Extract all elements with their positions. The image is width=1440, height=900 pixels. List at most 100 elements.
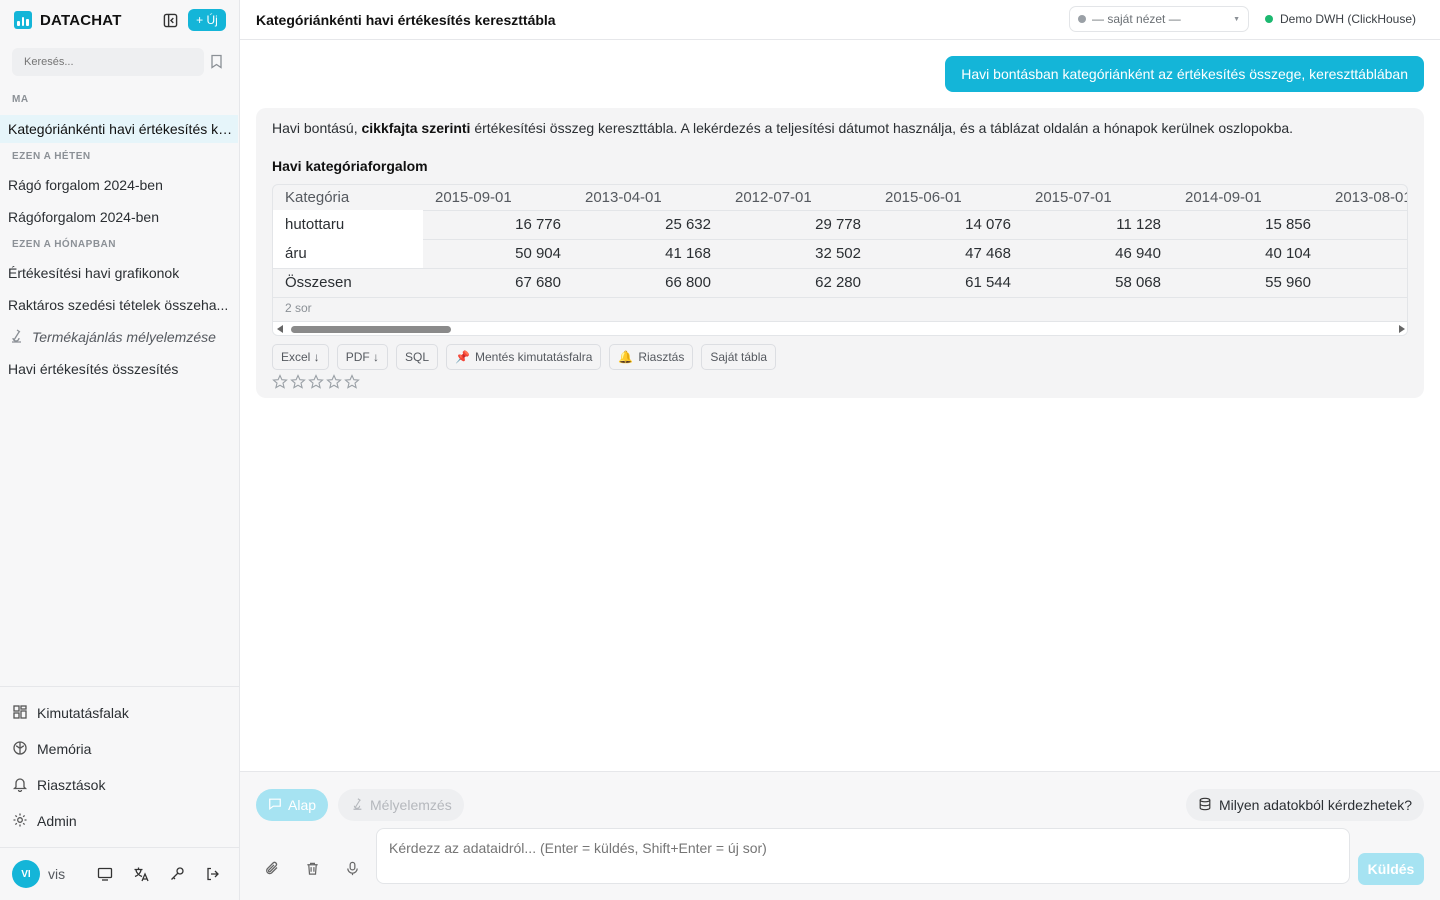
nav-item-memory[interactable]: Memória: [12, 738, 91, 760]
table-cell: 40 104: [1265, 245, 1311, 262]
answer-text: Havi bontású, cikkfajta szerinti értékes…: [272, 120, 1293, 136]
avatar[interactable]: VI: [12, 860, 40, 888]
sidebar-search-input[interactable]: [12, 48, 204, 76]
button-label: Excel ↓: [281, 350, 320, 364]
brand-logo-icon: [14, 11, 32, 29]
mode-basic-button[interactable]: Alap: [256, 789, 329, 821]
export-pdf-button[interactable]: PDF ↓: [336, 344, 389, 370]
table-cell: [1323, 268, 1407, 297]
button-label: Mentés kimutatásfalra: [475, 350, 593, 364]
sidebar-divider: [0, 686, 239, 687]
table-cell: 41 168: [665, 245, 711, 262]
user-message-bubble: Havi bontásban kategóriánként az értékes…: [945, 56, 1424, 92]
history-item[interactable]: Raktáros szedési tételek összeha...: [8, 291, 234, 319]
scroll-thumb[interactable]: [291, 326, 451, 333]
history-item-label: Rágó forgalom 2024-ben: [8, 177, 163, 193]
bell-icon: [12, 776, 28, 795]
top-header: Kategóriánkénti havi értékesítés kereszt…: [240, 0, 1440, 40]
column-header[interactable]: Kategória: [273, 185, 423, 210]
microscope-icon: [350, 797, 364, 814]
logout-icon[interactable]: [204, 865, 222, 883]
column-header[interactable]: 2015-06-01: [873, 185, 1023, 210]
show-sql-button[interactable]: SQL: [396, 344, 439, 370]
history-item-label: Raktáros szedési tételek összeha...: [8, 297, 229, 313]
translate-icon[interactable]: [132, 865, 150, 883]
table-cell: 55 960: [1265, 274, 1311, 291]
create-alert-button[interactable]: 🔔 Riasztás: [609, 344, 694, 370]
column-header[interactable]: 2015-09-01: [423, 185, 573, 210]
monitor-icon[interactable]: [96, 865, 114, 883]
star-icon[interactable]: [344, 374, 360, 390]
nav-item-label: Kimutatásfalak: [37, 705, 129, 721]
column-header[interactable]: 2014-09-01: [1173, 185, 1323, 210]
scroll-left-arrow-icon[interactable]: [277, 325, 283, 333]
table-cell: 11 128: [1116, 216, 1161, 233]
row-count: 2 sor: [285, 301, 312, 315]
pin-icon: 📌: [455, 350, 470, 364]
brand-name: DATACHAT: [40, 11, 122, 29]
table-header-row: Kategória 2015-09-01 2013-04-01 2012-07-…: [273, 185, 1407, 210]
bell-icon: 🔔: [618, 350, 634, 364]
chat-input[interactable]: [376, 828, 1350, 884]
nav-item-label: Admin: [37, 813, 77, 829]
data-sources-button[interactable]: Milyen adatokból kérdezhetek?: [1185, 789, 1424, 821]
new-chat-button[interactable]: + Új: [188, 9, 226, 31]
key-icon[interactable]: [168, 865, 186, 883]
save-to-dashboard-button[interactable]: 📌 Mentés kimutatásfalra: [446, 344, 602, 370]
db-connection-status[interactable]: Demo DWH (ClickHouse): [1265, 12, 1416, 26]
button-label: Riasztás: [638, 350, 685, 364]
column-header[interactable]: 2013-08-01: [1323, 185, 1407, 210]
table-cell: 50 904: [515, 245, 561, 262]
mode-deep-analysis-button[interactable]: Mélyelemzés: [338, 789, 464, 821]
history-item[interactable]: Rágóforgalom 2024-ben: [8, 203, 234, 231]
nav-item-dashboards[interactable]: Kimutatásfalak: [12, 702, 129, 724]
history-item[interactable]: Havi értékesítés összesítés: [8, 355, 234, 383]
answer-text-part: Havi bontású,: [272, 120, 362, 136]
brand[interactable]: DATACHAT: [14, 9, 122, 31]
brain-icon: [12, 740, 28, 759]
view-select-value: — saját nézet —: [1092, 12, 1181, 26]
nav-item-admin[interactable]: Admin: [12, 810, 77, 832]
star-icon[interactable]: [326, 374, 342, 390]
table-cell: 29 778: [815, 216, 861, 233]
crosstab-table[interactable]: Kategória 2015-09-01 2013-04-01 2012-07-…: [272, 184, 1408, 336]
export-excel-button[interactable]: Excel ↓: [272, 344, 329, 370]
history-item-deep-analysis[interactable]: Termékajánlás mélyelemzése: [8, 323, 234, 351]
nav-item-label: Riasztások: [37, 777, 106, 793]
view-select[interactable]: — saját nézet — ▼: [1069, 6, 1249, 32]
scroll-right-arrow-icon[interactable]: [1399, 325, 1405, 333]
history-item[interactable]: Értékesítési havi grafikonok: [8, 259, 234, 287]
section-label-this-month: EZEN A HÓNAPBAN: [12, 239, 116, 250]
table-title: Havi kategóriaforgalom: [272, 158, 428, 174]
bookmark-icon[interactable]: [210, 54, 224, 70]
star-icon[interactable]: [272, 374, 288, 390]
table-row: áru 50 904 41 168 32 502 47 468 46 940 4…: [273, 239, 1407, 268]
rating-stars: [272, 374, 360, 390]
button-label: SQL: [405, 350, 430, 364]
table-cell: 58 068: [1115, 274, 1161, 291]
database-icon: [1198, 797, 1212, 814]
horizontal-scrollbar[interactable]: [273, 321, 1407, 335]
collapse-sidebar-icon[interactable]: [160, 10, 180, 30]
microphone-icon[interactable]: [343, 859, 361, 877]
paperclip-icon[interactable]: [263, 859, 281, 877]
own-table-button[interactable]: Saját tábla: [701, 344, 777, 370]
history-item[interactable]: Rágó forgalom 2024-ben: [8, 171, 234, 199]
send-button[interactable]: Küldés: [1358, 853, 1424, 885]
answer-text-bold: cikkfajta szerinti: [361, 120, 471, 136]
nav-item-alerts[interactable]: Riasztások: [12, 774, 105, 796]
table-cell: Összesen: [285, 274, 352, 291]
table-cell: 15 856: [1265, 216, 1311, 233]
column-header[interactable]: 2013-04-01: [573, 185, 723, 210]
dashboard-icon: [12, 704, 28, 723]
history-item-active[interactable]: Kategóriánkénti havi értékesítés kereszt…: [0, 115, 238, 143]
star-icon[interactable]: [290, 374, 306, 390]
column-header[interactable]: 2012-07-01: [723, 185, 873, 210]
table-cell: 61 544: [965, 274, 1011, 291]
trash-icon[interactable]: [303, 859, 321, 877]
star-icon[interactable]: [308, 374, 324, 390]
column-header[interactable]: 2015-07-01: [1023, 185, 1173, 210]
microscope-icon: [8, 328, 24, 347]
answer-text-part: értékesítési összeg kereszttábla. A leké…: [470, 120, 1294, 136]
status-dot-icon: [1265, 15, 1273, 23]
